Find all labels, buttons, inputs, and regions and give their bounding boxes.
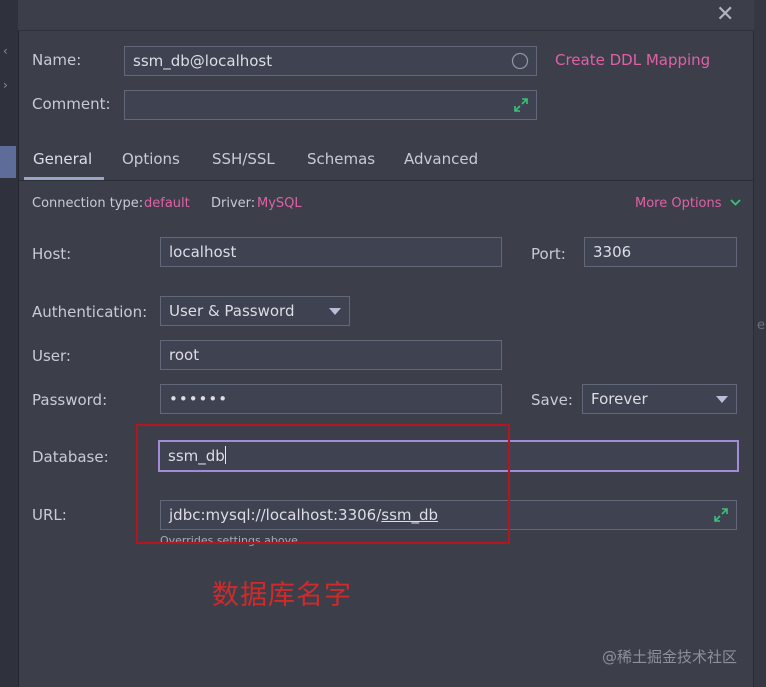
expand-icon[interactable] <box>514 98 528 112</box>
authentication-select[interactable]: User & Password <box>160 296 350 326</box>
tab-options[interactable]: Options <box>122 150 180 168</box>
left-sidebar-strip: ‹ › <box>0 0 19 687</box>
dialog-title-bar <box>18 0 754 31</box>
user-label: User: <box>32 347 71 365</box>
tab-advanced[interactable]: Advanced <box>404 150 478 168</box>
database-label: Database: <box>32 448 109 466</box>
watermark: @稀土掘金技术社区 <box>602 648 738 666</box>
edge-glyph: e <box>757 318 765 333</box>
comment-label: Comment: <box>32 95 111 113</box>
expand-icon[interactable] <box>714 508 728 522</box>
password-input[interactable]: •••••• <box>160 384 502 414</box>
driver-link[interactable]: MySQL <box>257 196 302 211</box>
name-value: ssm_db@localhost <box>133 52 273 70</box>
user-input[interactable]: root <box>160 340 502 370</box>
chevron-down-icon <box>730 199 741 206</box>
connection-type-label: Connection type: <box>32 196 144 211</box>
port-label: Port: <box>531 245 566 263</box>
name-input[interactable]: ssm_db@localhost <box>124 46 537 76</box>
save-label: Save: <box>531 391 573 409</box>
right-edge-strip: e <box>753 0 766 687</box>
more-options-link[interactable]: More Options <box>635 196 741 211</box>
tab-general[interactable]: General <box>33 150 92 168</box>
authentication-value: User & Password <box>169 302 295 320</box>
port-input[interactable]: 3306 <box>584 237 737 267</box>
name-label: Name: <box>32 51 82 69</box>
chevron-right-icon[interactable]: › <box>3 78 8 92</box>
annotation-highlight-box <box>136 424 510 544</box>
annotation-text: 数据库名字 <box>212 580 352 611</box>
circle-icon <box>511 52 529 70</box>
dropdown-caret-icon <box>716 396 728 403</box>
dropdown-caret-icon <box>329 308 341 315</box>
tab-schemas[interactable]: Schemas <box>307 150 375 168</box>
host-label: Host: <box>32 245 72 263</box>
save-value: Forever <box>591 390 648 408</box>
password-label: Password: <box>32 391 108 409</box>
host-input[interactable]: localhost <box>160 237 502 267</box>
comment-input[interactable] <box>124 90 537 120</box>
create-ddl-mapping-link[interactable]: Create DDL Mapping <box>555 51 710 69</box>
sidebar-selected-item[interactable] <box>0 146 16 178</box>
connection-type-link[interactable]: default <box>144 196 190 211</box>
more-options-label: More Options <box>635 196 722 211</box>
driver-label: Driver: <box>211 196 256 211</box>
url-label: URL: <box>32 506 67 524</box>
save-select[interactable]: Forever <box>582 384 737 414</box>
tab-ssh-ssl[interactable]: SSH/SSL <box>212 150 275 168</box>
tab-divider <box>18 180 754 181</box>
chevron-left-icon[interactable]: ‹ <box>3 44 8 58</box>
active-tab-underline <box>24 177 104 180</box>
authentication-label: Authentication: <box>32 303 148 321</box>
close-icon[interactable]: ✕ <box>716 2 734 28</box>
